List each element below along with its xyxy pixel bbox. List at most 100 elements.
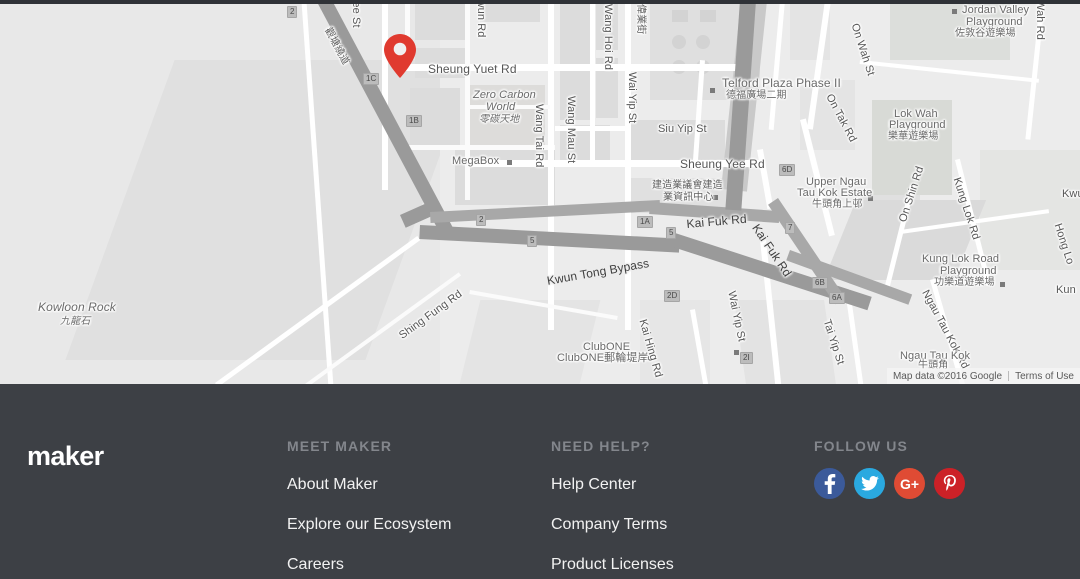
brand-logo[interactable]: maker	[27, 441, 104, 472]
map-label-jordan-valley-2: Playground	[966, 16, 1023, 28]
map-label-zero-carbon-2: World	[486, 101, 516, 113]
map-building	[734, 300, 836, 384]
social-links: G+	[814, 468, 965, 499]
terms-of-use-link[interactable]: Terms of Use	[1009, 371, 1080, 382]
pinterest-icon[interactable]	[934, 468, 965, 499]
map-building	[700, 10, 716, 22]
map-label-lok-wah-cn: 樂華遊樂場	[888, 131, 939, 142]
list-item: Help Center	[551, 476, 674, 494]
map-label-wang-hoi-rd: Wang Hoi Rd	[602, 4, 614, 71]
facebook-icon[interactable]	[814, 468, 845, 499]
map-poi-marker	[1000, 282, 1005, 287]
map-label-cic-2: 業資訊中心	[663, 192, 714, 203]
map-shield-2b: 2	[476, 214, 487, 226]
map-label-kowloon-rock-cn: 九龍石	[60, 316, 91, 327]
footer-link-list: About Maker Explore our Ecosystem Career…	[287, 476, 452, 574]
map-label-upper-ngau-2: Tau Kok Estate	[797, 187, 873, 199]
map-building	[672, 10, 688, 22]
map-building	[696, 35, 710, 49]
page-root: Kowloon Rock 九龍石 Shing Fung Rd Kee St 觀塘…	[0, 0, 1080, 579]
list-item: Careers	[287, 556, 452, 574]
map-poi-marker	[734, 350, 739, 355]
map-label-zero-carbon-cn: 零碳天地	[479, 114, 520, 125]
location-marker[interactable]	[382, 33, 418, 79]
map-label-kowloon-rock: Kowloon Rock	[38, 300, 116, 314]
link-explore-our-ecosystem[interactable]: Explore our Ecosystem	[287, 516, 452, 534]
map-road	[382, 0, 388, 190]
map-shield-1a: 1A	[637, 216, 653, 228]
map-label-telford-plaza: Telford Plaza Phase II	[722, 76, 841, 90]
pinterest-glyph	[943, 474, 956, 491]
map-label-lok-wah-2: Playground	[889, 119, 946, 131]
map-poi-marker	[507, 160, 512, 165]
list-item: Explore our Ecosystem	[287, 516, 452, 534]
map-label-kung-lok-road-2: Playground	[940, 265, 997, 277]
map-canvas[interactable]: Kowloon Rock 九龍石 Shing Fung Rd Kee St 觀塘…	[0, 0, 1080, 384]
map-label-sheung-yuet-rd: Sheung Yuet Rd	[428, 62, 517, 76]
footer-column-meet-maker: MEET MAKER About Maker Explore our Ecosy…	[287, 438, 452, 574]
map-label-kee-st: Kee St	[350, 0, 362, 28]
map-shield-6d: 6D	[779, 164, 796, 176]
map-label-cic-1: 建造業議會建造	[652, 180, 723, 191]
map-shield-6b: 6B	[812, 277, 828, 289]
map-label-kun: Kun	[1056, 284, 1076, 296]
map-label-kung-lok-road-cn: 功樂道遊樂場	[934, 277, 995, 288]
link-careers[interactable]: Careers	[287, 556, 344, 574]
map-label-upper-ngau-cn: 牛頭角上邨	[812, 199, 863, 210]
map-building	[415, 0, 470, 40]
map-shield-5b: 5	[666, 227, 677, 239]
map-label-wai-yip-st-cn: 偉業街	[635, 4, 646, 35]
map-shield-6a: 6A	[829, 292, 845, 304]
map-shield-2i: 2I	[740, 352, 753, 364]
twitter-glyph	[860, 476, 879, 491]
map-label-telford-plaza-cn: 德福廣場二期	[726, 90, 787, 101]
map-label-kung-lok-road-1: Kung Lok Road	[922, 253, 1000, 265]
map-label-kwu: Kwu	[1062, 188, 1080, 200]
map-label-clubone-cn: ClubONE郵輪堤岸	[557, 352, 649, 364]
map-shield-2: 2	[287, 6, 298, 18]
map-shield-2d: 2D	[664, 290, 681, 302]
map-attribution: Map data ©2016 Google Terms of Use	[886, 368, 1080, 384]
footer-column-heading: MEET MAKER	[287, 438, 393, 454]
map-label-jordan-valley-cn: 佐敦谷遊樂場	[955, 28, 1016, 39]
map-label-wang-mau-st: Wang Mau St	[565, 96, 577, 164]
google-plus-glyph: G+	[899, 475, 920, 492]
list-item: About Maker	[287, 476, 452, 494]
map-label-wang-tai-rd: Wang Tai Rd	[533, 104, 545, 168]
map-viewport[interactable]: Kowloon Rock 九龍石 Shing Fung Rd Kee St 觀塘…	[0, 0, 1080, 384]
map-label-megabox: MegaBox	[452, 155, 500, 167]
map-label-zero-carbon-1: Zero Carbon	[473, 89, 536, 101]
map-road	[465, 0, 470, 200]
footer-column-follow-us: FOLLOW US	[814, 438, 908, 454]
twitter-icon[interactable]	[854, 468, 885, 499]
footer-column-heading: FOLLOW US	[814, 438, 908, 454]
site-footer: maker MEET MAKER About Maker Explore our…	[0, 384, 1080, 579]
link-about-maker[interactable]: About Maker	[287, 476, 378, 494]
map-building	[672, 35, 686, 49]
map-shield-5: 5	[527, 235, 538, 247]
map-label-kwun-rd: kwun Rd	[475, 0, 487, 38]
map-road-wang-hoi	[590, 0, 595, 160]
list-item: Company Terms	[551, 516, 674, 534]
map-shield-1c: 1C	[363, 73, 380, 85]
google-plus-icon[interactable]: G+	[894, 468, 925, 499]
map-poi-marker	[952, 9, 957, 14]
link-help-center[interactable]: Help Center	[551, 476, 636, 494]
link-product-licenses[interactable]: Product Licenses	[551, 556, 674, 574]
map-label-wah-rd: Wah Rd	[1034, 0, 1046, 40]
list-item: Product Licenses	[551, 556, 674, 574]
footer-link-list: Help Center Company Terms Product Licens…	[551, 476, 674, 574]
map-label-sheung-yee-rd: Sheung Yee Rd	[680, 157, 765, 171]
facebook-glyph	[824, 473, 835, 494]
map-label-jordan-valley-1: Jordan Valley	[962, 4, 1030, 16]
top-bar	[0, 0, 1080, 4]
map-poi-marker	[710, 88, 715, 93]
map-pin-icon	[384, 34, 416, 78]
footer-column-need-help: NEED HELP? Help Center Company Terms Pro…	[551, 438, 674, 574]
map-data-credit: Map data ©2016 Google	[892, 370, 1003, 382]
map-shield-7: 7	[785, 222, 796, 234]
link-company-terms[interactable]: Company Terms	[551, 516, 667, 534]
map-label-wai-yip-st: Wai Yip St	[626, 72, 638, 124]
footer-column-heading: NEED HELP?	[551, 438, 651, 454]
map-shield-1b: 1B	[406, 115, 422, 127]
